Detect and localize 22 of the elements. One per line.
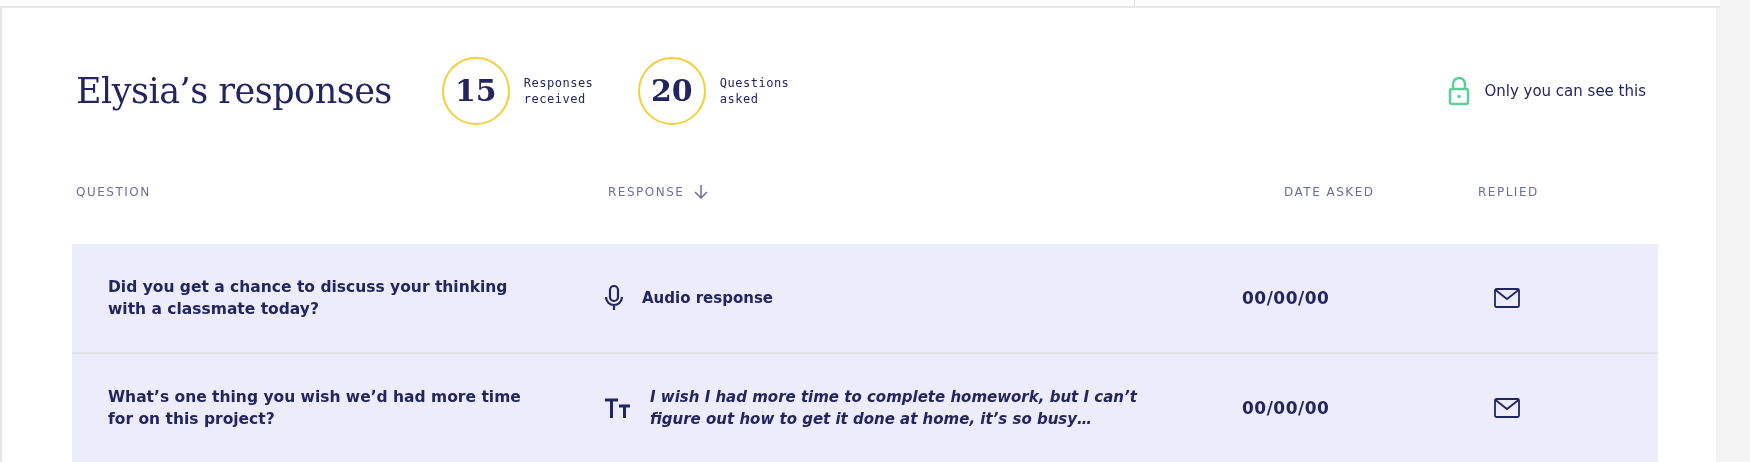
question-text: Did you get a chance to discuss your thinking with a classmate today?	[108, 277, 509, 320]
column-header[interactable]: QUESTION	[76, 185, 151, 199]
page-title: Elysia’s responses	[76, 70, 392, 111]
mail-icon[interactable]	[1494, 288, 1520, 308]
table-row[interactable]: What’s one thing you wish we’d had more time for on this project? I wish I had more time to complete homework, but I can’t figure out how to get it done at home, it’s so busy… 00/00/00	[72, 354, 1658, 462]
question-text: What’s one thing you wish we’d had more time for on this project?	[108, 387, 522, 430]
privacy-note: Only you can see this	[1484, 81, 1646, 100]
stat-number: 20	[637, 56, 706, 125]
date-text: 00/00/00	[1241, 398, 1330, 418]
lock-icon	[1448, 75, 1471, 106]
response-text: I wish I had more time to complete homework, but I can’t figure out how to get it done at home, it’s so busy…	[650, 387, 1139, 430]
mail-icon[interactable]	[1494, 398, 1520, 418]
column-header[interactable]: RESPONSE	[608, 184, 709, 199]
column-header[interactable]: DATE ASKED	[1284, 185, 1375, 199]
response-text: Audio response	[642, 288, 774, 309]
date-text: 00/00/00	[1241, 288, 1330, 308]
sort-arrow-icon[interactable]	[694, 184, 709, 201]
stat-label: Questions asked	[719, 74, 791, 107]
column-header[interactable]: REPLIED	[1478, 185, 1539, 199]
stat-label: Responses received	[523, 74, 595, 107]
table-row[interactable]: Did you get a chance to discuss your thinking with a classmate today? Audio response 00/00/00	[72, 244, 1658, 354]
stat-number: 15	[441, 56, 510, 125]
